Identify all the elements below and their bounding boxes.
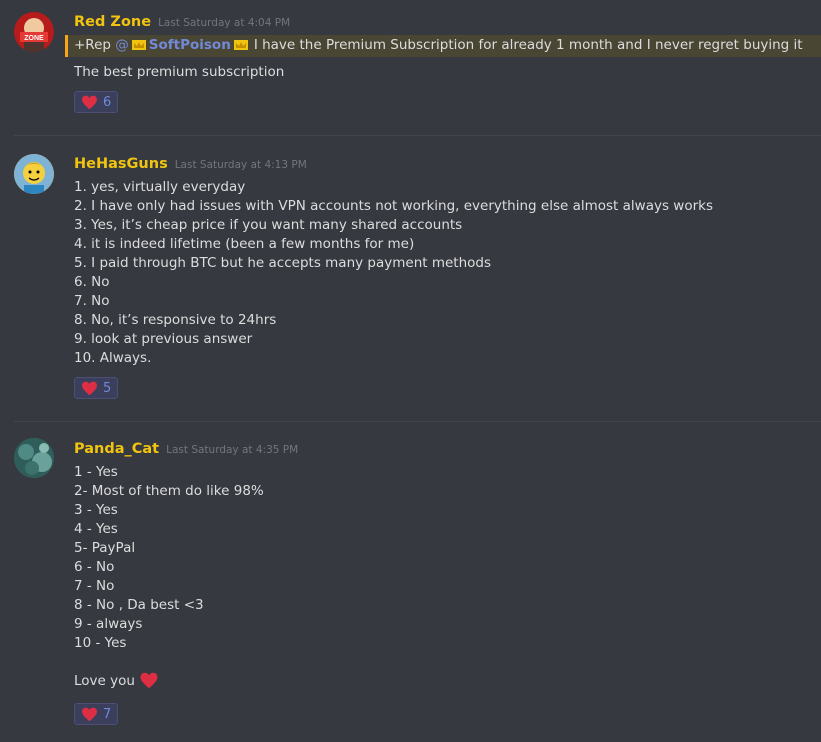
reaction-count: 5 <box>103 380 112 396</box>
reaction-count: 6 <box>103 94 112 110</box>
crown-icon <box>131 40 146 50</box>
message-line: 7 - No <box>74 578 115 594</box>
message-panda-cat: Panda_Cat Last Saturday at 4:35 PM 1 - Y… <box>0 422 821 742</box>
avatar-hehasguns[interactable] <box>14 154 54 194</box>
message-line: 4. it is indeed lifetime (been a few mon… <box>74 236 415 252</box>
message-header: Panda_Cat Last Saturday at 4:35 PM <box>74 441 298 457</box>
reaction-count: 7 <box>103 706 112 722</box>
message-line: 3. Yes, it’s cheap price if you want man… <box>74 217 463 233</box>
message-line: 9. look at previous answer <box>74 331 253 347</box>
message-red-zone: ZONE Red Zone Last Saturday at 4:04 PM +… <box>0 0 821 130</box>
username[interactable]: HeHasGuns <box>74 156 168 172</box>
reaction-button[interactable]: 5 <box>74 377 119 399</box>
message-line: 9 - always <box>74 616 143 632</box>
message-line: 8. No, it’s responsive to 24hrs <box>74 312 277 328</box>
avatar-image <box>14 438 54 478</box>
message-line: The best premium subscription <box>74 64 285 80</box>
message-header: Red Zone Last Saturday at 4:04 PM <box>74 14 290 30</box>
username[interactable]: Red Zone <box>74 14 151 30</box>
message-line: 3 - Yes <box>74 502 118 518</box>
message-line: 7. No <box>74 293 110 309</box>
username[interactable]: Panda_Cat <box>74 441 159 457</box>
message-line: 1 - Yes <box>74 464 118 480</box>
mention-text: I have the Premium Subscription for alre… <box>253 37 803 53</box>
message-header: HeHasGuns Last Saturday at 4:13 PM <box>74 156 307 172</box>
message-line: 8 - No , Da best <3 <box>74 597 204 613</box>
message-line: 2- Most of them do like 98% <box>74 483 264 499</box>
avatar-panda-cat[interactable] <box>14 438 54 478</box>
svg-text:ZONE: ZONE <box>24 35 44 42</box>
crown-icon <box>233 40 248 50</box>
message-hehasguns: HeHasGuns Last Saturday at 4:13 PM 1. ye… <box>0 136 821 421</box>
avatar-red-zone[interactable]: ZONE <box>14 12 54 52</box>
mention-at[interactable]: @ <box>115 37 129 53</box>
heart-emoji-icon <box>140 672 158 689</box>
message-line: 2. I have only had issues with VPN accou… <box>74 198 713 214</box>
message-line: 10 - Yes <box>74 635 127 651</box>
reaction-button[interactable]: 7 <box>74 703 119 725</box>
timestamp[interactable]: Last Saturday at 4:35 PM <box>166 444 298 456</box>
timestamp[interactable]: Last Saturday at 4:13 PM <box>175 159 307 171</box>
timestamp[interactable]: Last Saturday at 4:04 PM <box>158 17 290 29</box>
heart-icon <box>82 95 97 109</box>
reaction-button[interactable]: 6 <box>74 91 119 113</box>
message-line: 6. No <box>74 274 110 290</box>
message-line: 1. yes, virtually everyday <box>74 179 246 195</box>
message-line: 6 - No <box>74 559 115 575</box>
mention-name[interactable]: SoftPoison <box>149 37 231 53</box>
message-line-love: Love you <box>74 672 159 689</box>
rep-prefix: +Rep <box>74 37 116 53</box>
message-line: 4 - Yes <box>74 521 118 537</box>
message-line-mention: +Rep @ SoftPoison I have the Premium Sub… <box>74 37 803 53</box>
heart-icon <box>82 381 97 395</box>
message-line: 10. Always. <box>74 350 152 366</box>
heart-icon <box>82 707 97 721</box>
message-line: 5. I paid through BTC but he accepts man… <box>74 255 491 271</box>
love-text: Love you <box>74 672 135 689</box>
message-line: 5- PayPal <box>74 540 136 556</box>
avatar-image <box>14 154 54 194</box>
avatar-image: ZONE <box>14 12 54 52</box>
